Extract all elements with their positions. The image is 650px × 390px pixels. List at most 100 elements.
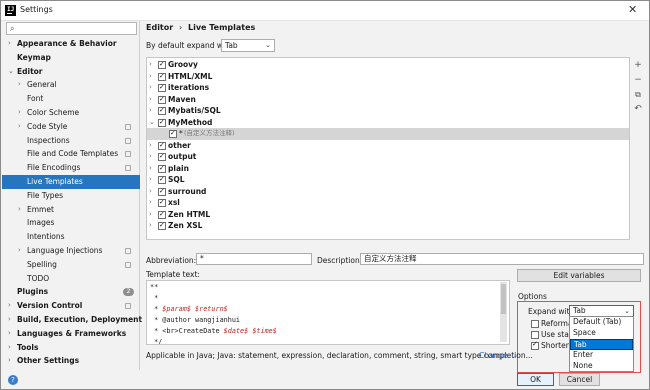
sidebar-item-spelling[interactable]: Spelling bbox=[2, 258, 140, 272]
sidebar-item-intentions[interactable]: Intentions bbox=[2, 230, 140, 244]
ok-button[interactable]: OK bbox=[517, 373, 554, 386]
template-group-row[interactable]: › xsl bbox=[147, 197, 629, 209]
sidebar-item-language-injections[interactable]: › Language Injections bbox=[2, 244, 140, 258]
chevron-right-icon[interactable]: › bbox=[149, 94, 152, 106]
shorten-checkbox[interactable] bbox=[531, 340, 539, 350]
use-static-checkbox[interactable] bbox=[531, 331, 539, 339]
sidebar-item-build-execution-deployment[interactable]: › Build, Execution, Deployment bbox=[2, 313, 142, 327]
chevron-right-icon[interactable]: › bbox=[18, 78, 21, 92]
chevron-right-icon[interactable]: › bbox=[149, 163, 152, 175]
sidebar-item-todo[interactable]: TODO bbox=[2, 272, 140, 286]
template-group-row[interactable]: › HTML/XML bbox=[147, 71, 629, 83]
chevron-right-icon[interactable]: › bbox=[18, 244, 21, 258]
template-group-checkbox[interactable] bbox=[158, 71, 166, 82]
sidebar-item-version-control[interactable]: › Version Control bbox=[2, 299, 140, 313]
chevron-right-icon[interactable]: › bbox=[149, 82, 152, 94]
change-context-link[interactable]: Change ⌄ bbox=[479, 351, 516, 360]
template-group-checkbox[interactable] bbox=[158, 186, 166, 197]
chevron-right-icon[interactable]: › bbox=[149, 71, 152, 83]
template-group-checkbox[interactable] bbox=[158, 220, 166, 232]
template-group-row[interactable]: › Mybatis/SQL bbox=[147, 105, 629, 117]
chevron-right-icon[interactable]: › bbox=[8, 354, 11, 368]
template-group-row[interactable]: › Maven bbox=[147, 94, 629, 106]
chevron-right-icon[interactable]: › bbox=[149, 197, 152, 209]
chevron-right-icon[interactable]: › bbox=[149, 140, 152, 152]
template-group-checkbox[interactable] bbox=[158, 209, 166, 220]
sidebar-item-languages-frameworks[interactable]: › Languages & Frameworks bbox=[2, 327, 140, 341]
dropdown-option[interactable]: Tab bbox=[570, 339, 633, 350]
chevron-right-icon[interactable]: › bbox=[8, 341, 11, 355]
template-item-row[interactable]: *(自定义方法注释) bbox=[147, 128, 629, 140]
template-group-row[interactable]: ⌄ MyMethod bbox=[147, 117, 629, 129]
template-group-checkbox[interactable] bbox=[158, 197, 166, 209]
template-group-row[interactable]: › surround bbox=[147, 186, 629, 198]
restore-icon[interactable]: ↶ bbox=[632, 103, 644, 115]
abbreviation-input[interactable]: * bbox=[196, 253, 312, 265]
chevron-right-icon[interactable]: › bbox=[149, 220, 152, 232]
template-group-checkbox[interactable] bbox=[158, 174, 166, 186]
template-group-checkbox[interactable] bbox=[158, 82, 166, 94]
chevron-right-icon[interactable]: › bbox=[8, 313, 11, 327]
template-group-checkbox[interactable] bbox=[158, 117, 166, 128]
sidebar-item-code-style[interactable]: › Code Style bbox=[2, 120, 140, 134]
chevron-down-icon[interactable]: ⌄ bbox=[8, 65, 14, 79]
default-expand-select[interactable]: Tab ⌄ bbox=[221, 39, 275, 52]
template-text-editor[interactable]: ** * * $param$ $return$ * @author wangji… bbox=[146, 280, 510, 345]
sidebar-item-appearance-behavior[interactable]: › Appearance & Behavior bbox=[2, 37, 140, 51]
template-group-checkbox[interactable] bbox=[158, 140, 166, 151]
chevron-right-icon[interactable]: › bbox=[8, 299, 11, 313]
sidebar-item-other-settings[interactable]: › Other Settings bbox=[2, 354, 140, 368]
template-group-row[interactable]: › plain bbox=[147, 163, 629, 175]
template-group-row[interactable]: › iterations bbox=[147, 82, 629, 94]
sidebar-item-file-types[interactable]: File Types bbox=[2, 189, 140, 203]
editor-scrollbar-thumb[interactable] bbox=[501, 284, 506, 314]
chevron-right-icon[interactable]: › bbox=[149, 151, 152, 163]
sidebar-item-plugins[interactable]: Plugins 2 bbox=[2, 285, 140, 299]
template-group-checkbox[interactable] bbox=[158, 59, 166, 71]
cancel-button[interactable]: Cancel bbox=[559, 373, 600, 386]
dropdown-option[interactable]: Space bbox=[570, 328, 633, 339]
chevron-right-icon[interactable]: › bbox=[149, 174, 152, 186]
chevron-right-icon[interactable]: › bbox=[8, 37, 11, 51]
chevron-right-icon[interactable]: › bbox=[18, 203, 21, 217]
template-group-row[interactable]: › SQL bbox=[147, 174, 629, 186]
template-item-checkbox[interactable] bbox=[169, 128, 177, 140]
sidebar-item-live-templates[interactable]: Live Templates bbox=[2, 174, 140, 189]
template-group-row[interactable]: › Zen HTML bbox=[147, 209, 629, 221]
editor-scrollbar[interactable] bbox=[500, 282, 507, 342]
chevron-right-icon[interactable]: › bbox=[149, 209, 152, 221]
sidebar-item-inspections[interactable]: Inspections bbox=[2, 134, 140, 148]
chevron-right-icon[interactable]: › bbox=[18, 106, 21, 120]
description-input[interactable]: 自定义方法注释 bbox=[360, 253, 644, 265]
template-group-row[interactable]: › Zen XSL bbox=[147, 220, 629, 232]
sidebar-item-color-scheme[interactable]: › Color Scheme bbox=[2, 106, 140, 120]
sidebar-item-file-encodings[interactable]: File Encodings bbox=[2, 161, 140, 175]
sidebar-item-tools[interactable]: › Tools bbox=[2, 341, 140, 355]
dropdown-option[interactable]: Enter bbox=[570, 350, 633, 361]
chevron-right-icon[interactable]: › bbox=[8, 327, 11, 341]
chevron-down-icon[interactable]: ⌄ bbox=[149, 117, 155, 129]
template-group-checkbox[interactable] bbox=[158, 163, 166, 174]
reformat-checkbox[interactable] bbox=[531, 320, 539, 328]
close-icon[interactable]: ✕ bbox=[628, 3, 637, 16]
sidebar-item-file-and-code-templates[interactable]: File and Code Templates bbox=[2, 147, 140, 161]
sidebar-item-editor[interactable]: ⌄ Editor bbox=[2, 65, 140, 79]
sidebar-item-emmet[interactable]: › Emmet bbox=[2, 203, 140, 217]
add-icon[interactable]: + bbox=[632, 59, 644, 71]
dropdown-option[interactable]: Default (Tab) bbox=[570, 317, 633, 328]
chevron-right-icon[interactable]: › bbox=[149, 186, 152, 198]
template-group-row[interactable]: › other bbox=[147, 140, 629, 152]
template-group-checkbox[interactable] bbox=[158, 105, 166, 117]
edit-variables-button[interactable]: Edit variables bbox=[517, 269, 641, 282]
copy-icon[interactable]: ⧉ bbox=[632, 89, 644, 101]
dropdown-option[interactable]: None bbox=[570, 361, 633, 372]
search-input[interactable]: ⌕ bbox=[6, 22, 137, 35]
template-group-checkbox[interactable] bbox=[158, 94, 166, 105]
template-group-row[interactable]: › Groovy bbox=[147, 59, 629, 71]
help-icon[interactable]: ? bbox=[8, 375, 18, 385]
sidebar-item-font[interactable]: Font bbox=[2, 92, 140, 106]
template-group-checkbox[interactable] bbox=[158, 151, 166, 163]
chevron-right-icon[interactable]: › bbox=[149, 59, 152, 71]
template-group-row[interactable]: › output bbox=[147, 151, 629, 163]
chevron-right-icon[interactable]: › bbox=[18, 120, 21, 134]
